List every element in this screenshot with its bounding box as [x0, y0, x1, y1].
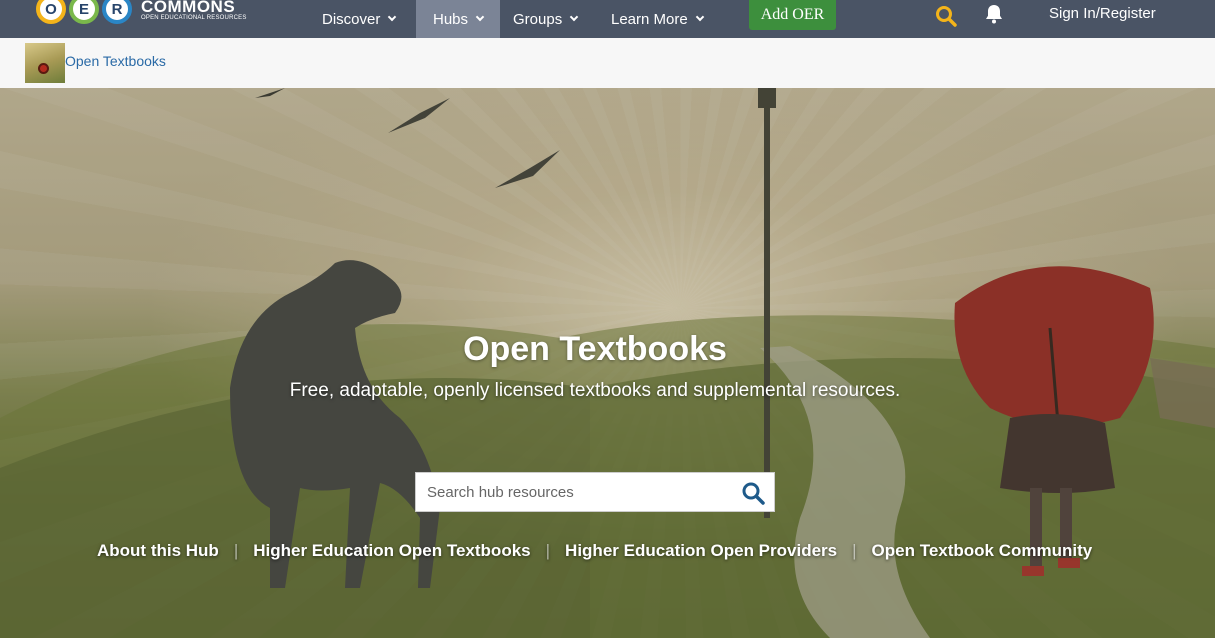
nav-item-discover[interactable]: Discover	[322, 0, 397, 38]
add-oer-button[interactable]: Add OER	[749, 0, 836, 30]
logo-letter-e: E	[69, 0, 99, 24]
nav-item-learn-more[interactable]: Learn More	[611, 0, 704, 38]
bell-icon[interactable]	[982, 2, 1006, 26]
top-navbar: O E R COMMONS OPEN EDUCATIONAL RESOURCES…	[0, 0, 1215, 38]
hub-links-row: About this Hub | Higher Education Open T…	[97, 540, 1092, 562]
nav-item-groups-label: Groups	[513, 10, 563, 28]
oer-commons-logo[interactable]: O E R COMMONS OPEN EDUCATIONAL RESOURCES	[36, 0, 247, 28]
chevron-down-icon	[569, 12, 579, 22]
link-separator: |	[545, 541, 551, 560]
hub-link-higher-ed-textbooks[interactable]: Higher Education Open Textbooks	[253, 541, 530, 561]
hub-link-higher-ed-providers[interactable]: Higher Education Open Providers	[565, 541, 837, 561]
logo-tagline: OPEN EDUCATIONAL RESOURCES	[141, 14, 247, 21]
search-icon[interactable]	[934, 4, 958, 28]
hub-breadcrumb-bar	[0, 38, 1215, 88]
chevron-down-icon	[475, 12, 485, 22]
hero-subtitle: Free, adaptable, openly licensed textboo…	[289, 380, 901, 401]
hub-search-box	[415, 472, 775, 512]
hub-breadcrumb-link[interactable]: Open Textbooks	[65, 53, 166, 69]
nav-item-hubs-label: Hubs	[432, 10, 469, 28]
hub-thumbnail-umbrella	[38, 63, 49, 74]
nav-item-groups[interactable]: Groups	[513, 0, 579, 38]
hero-title: Open Textbooks	[463, 330, 727, 368]
chevron-down-icon	[695, 12, 704, 22]
logo-letter-r: R	[102, 0, 132, 24]
nav-item-hubs[interactable]: Hubs	[416, 0, 500, 38]
link-separator: |	[233, 541, 239, 560]
search-icon[interactable]	[741, 481, 765, 505]
hub-link-community[interactable]: Open Textbook Community	[872, 541, 1093, 561]
hub-link-about[interactable]: About this Hub	[97, 541, 219, 561]
sign-in-register-link[interactable]: Sign In/Register	[1049, 0, 1156, 26]
logo-letter-o: O	[36, 0, 66, 24]
hub-thumbnail[interactable]	[25, 43, 65, 83]
link-separator: |	[852, 541, 857, 560]
hub-search-input[interactable]	[416, 473, 736, 511]
chevron-down-icon	[388, 12, 397, 22]
logo-wordmark: COMMONS OPEN EDUCATIONAL RESOURCES	[141, 0, 247, 21]
nav-item-discover-label: Discover	[322, 10, 381, 28]
nav-item-learn-more-label: Learn More	[611, 10, 688, 28]
logo-wordmark-title: COMMONS	[141, 0, 236, 16]
